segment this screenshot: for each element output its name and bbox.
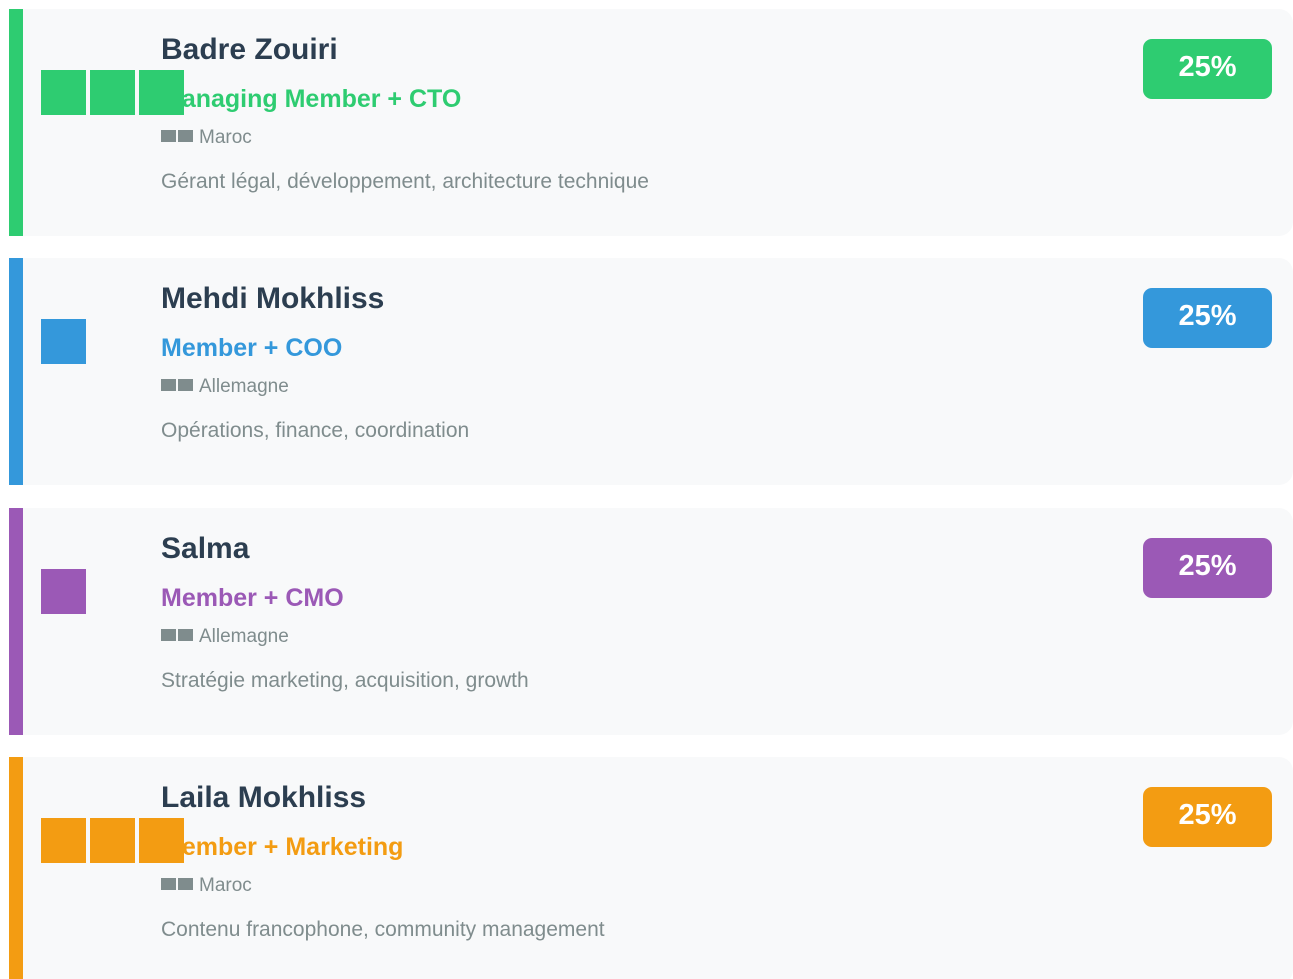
card-accent-bar <box>9 757 23 979</box>
member-location-text: Allemagne <box>199 626 289 647</box>
member-description: Contenu francophone, community managemen… <box>161 918 605 941</box>
avatar-block <box>139 818 184 863</box>
ownership-share-badge: 25% <box>1143 39 1272 99</box>
member-description: Gérant légal, développement, architectur… <box>161 170 649 193</box>
ownership-share-badge: 25% <box>1143 288 1272 348</box>
member-location-text: Maroc <box>199 127 252 148</box>
member-location-text: Maroc <box>199 875 252 896</box>
card-accent-bar <box>9 258 23 485</box>
member-description: Opérations, finance, coordination <box>161 419 470 442</box>
member-location: Allemagne <box>161 626 289 648</box>
member-location: Allemagne <box>161 376 289 398</box>
member-role: Member + Marketing <box>161 833 404 861</box>
avatar-block <box>90 70 135 115</box>
member-description: Stratégie marketing, acquisition, growth <box>161 669 529 692</box>
flag-icon <box>161 878 193 890</box>
member-card: Salma Member + CMO Allemagne Stratégie m… <box>9 508 1293 735</box>
avatar-block <box>41 818 86 863</box>
member-name: Badre Zouiri <box>161 33 338 66</box>
avatar-block <box>41 569 86 614</box>
member-avatar-icon <box>41 569 86 614</box>
member-role: Member + CMO <box>161 584 344 612</box>
member-location: Maroc <box>161 875 252 897</box>
member-avatar-icon <box>41 70 184 115</box>
member-card: Badre Zouiri Managing Member + CTO Maroc… <box>9 9 1293 236</box>
member-location-text: Allemagne <box>199 376 289 397</box>
member-role: Managing Member + CTO <box>161 85 462 113</box>
avatar-block <box>90 818 135 863</box>
member-card: Mehdi Mokhliss Member + COO Allemagne Op… <box>9 258 1293 485</box>
member-name: Salma <box>161 532 250 565</box>
member-location: Maroc <box>161 127 252 149</box>
member-avatar-icon <box>41 319 86 364</box>
member-card: Laila Mokhliss Member + Marketing Maroc … <box>9 757 1293 979</box>
card-accent-bar <box>9 9 23 236</box>
member-name: Laila Mokhliss <box>161 781 367 814</box>
avatar-block <box>41 70 86 115</box>
member-name: Mehdi Mokhliss <box>161 282 385 315</box>
member-list: Badre Zouiri Managing Member + CTO Maroc… <box>0 0 1293 979</box>
ownership-share-badge: 25% <box>1143 787 1272 847</box>
avatar-block <box>139 70 184 115</box>
member-avatar-icon <box>41 818 184 863</box>
ownership-share-badge: 25% <box>1143 538 1272 598</box>
card-accent-bar <box>9 508 23 735</box>
avatar-block <box>41 319 86 364</box>
flag-icon <box>161 130 193 142</box>
flag-icon <box>161 379 193 391</box>
member-role: Member + COO <box>161 334 343 362</box>
flag-icon <box>161 629 193 641</box>
